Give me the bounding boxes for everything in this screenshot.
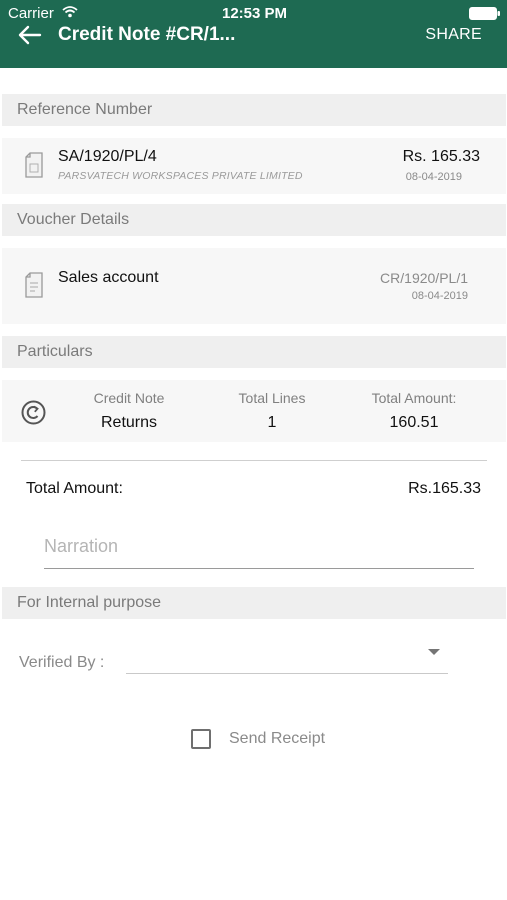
invoice-icon — [25, 272, 43, 298]
carrier-label: Carrier — [8, 5, 54, 22]
total-amount-value: 160.51 — [389, 414, 439, 431]
reference-section-header: Reference Number — [2, 94, 506, 126]
voucher-section-header: Voucher Details — [2, 204, 506, 236]
back-arrow-icon[interactable] — [18, 25, 42, 45]
document-icon — [25, 152, 43, 178]
voucher-account: Sales account — [58, 269, 159, 286]
battery-icon — [469, 7, 500, 20]
particulars-card: Credit Note Returns Total Lines 1 Total … — [2, 380, 506, 442]
grand-total-value: Rs.165.33 — [408, 480, 481, 497]
credit-note-label: Credit Note — [93, 390, 165, 406]
reference-number: SA/1920/PL/4 — [58, 148, 157, 165]
credit-note-value: Returns — [100, 414, 158, 431]
wifi-icon — [62, 6, 78, 18]
particulars-divider — [21, 460, 487, 461]
chevron-down-icon[interactable] — [428, 649, 440, 655]
app-header: Carrier 12:53 PM Credit Note #CR/1... SH… — [0, 0, 507, 68]
send-receipt-label[interactable]: Send Receipt — [229, 730, 325, 748]
return-icon — [21, 400, 46, 425]
voucher-card: Sales account CR/1920/PL/1 08-04-2019 — [2, 248, 506, 324]
internal-section-header: For Internal purpose — [2, 587, 506, 619]
reference-amount: Rs. 165.33 — [402, 148, 480, 165]
share-button[interactable]: SHARE — [425, 26, 482, 44]
verified-by-select[interactable] — [126, 640, 448, 674]
reference-date: 08-04-2019 — [405, 171, 462, 183]
grand-total-label: Total Amount: — [26, 480, 123, 497]
narration-underline — [44, 568, 474, 569]
company-name: PARSVATECH WORKSPACES PRIVATE LIMITED — [58, 170, 303, 182]
particulars-section-header: Particulars — [2, 336, 506, 368]
voucher-number: CR/1920/PL/1 — [380, 270, 468, 286]
total-amount-label: Total Amount: — [371, 390, 457, 406]
voucher-date: 08-04-2019 — [411, 290, 468, 302]
status-time: 12:53 PM — [222, 5, 288, 22]
narration-input[interactable]: Narration — [44, 536, 118, 557]
send-receipt-checkbox[interactable] — [191, 729, 211, 749]
reference-card[interactable]: SA/1920/PL/4 PARSVATECH WORKSPACES PRIVA… — [2, 138, 506, 194]
verified-by-label: Verified By : — [19, 654, 105, 671]
page-title: Credit Note #CR/1... — [58, 24, 236, 45]
total-lines-value: 1 — [267, 414, 277, 431]
verified-by-underline — [126, 673, 448, 674]
total-lines-label: Total Lines — [238, 390, 306, 406]
